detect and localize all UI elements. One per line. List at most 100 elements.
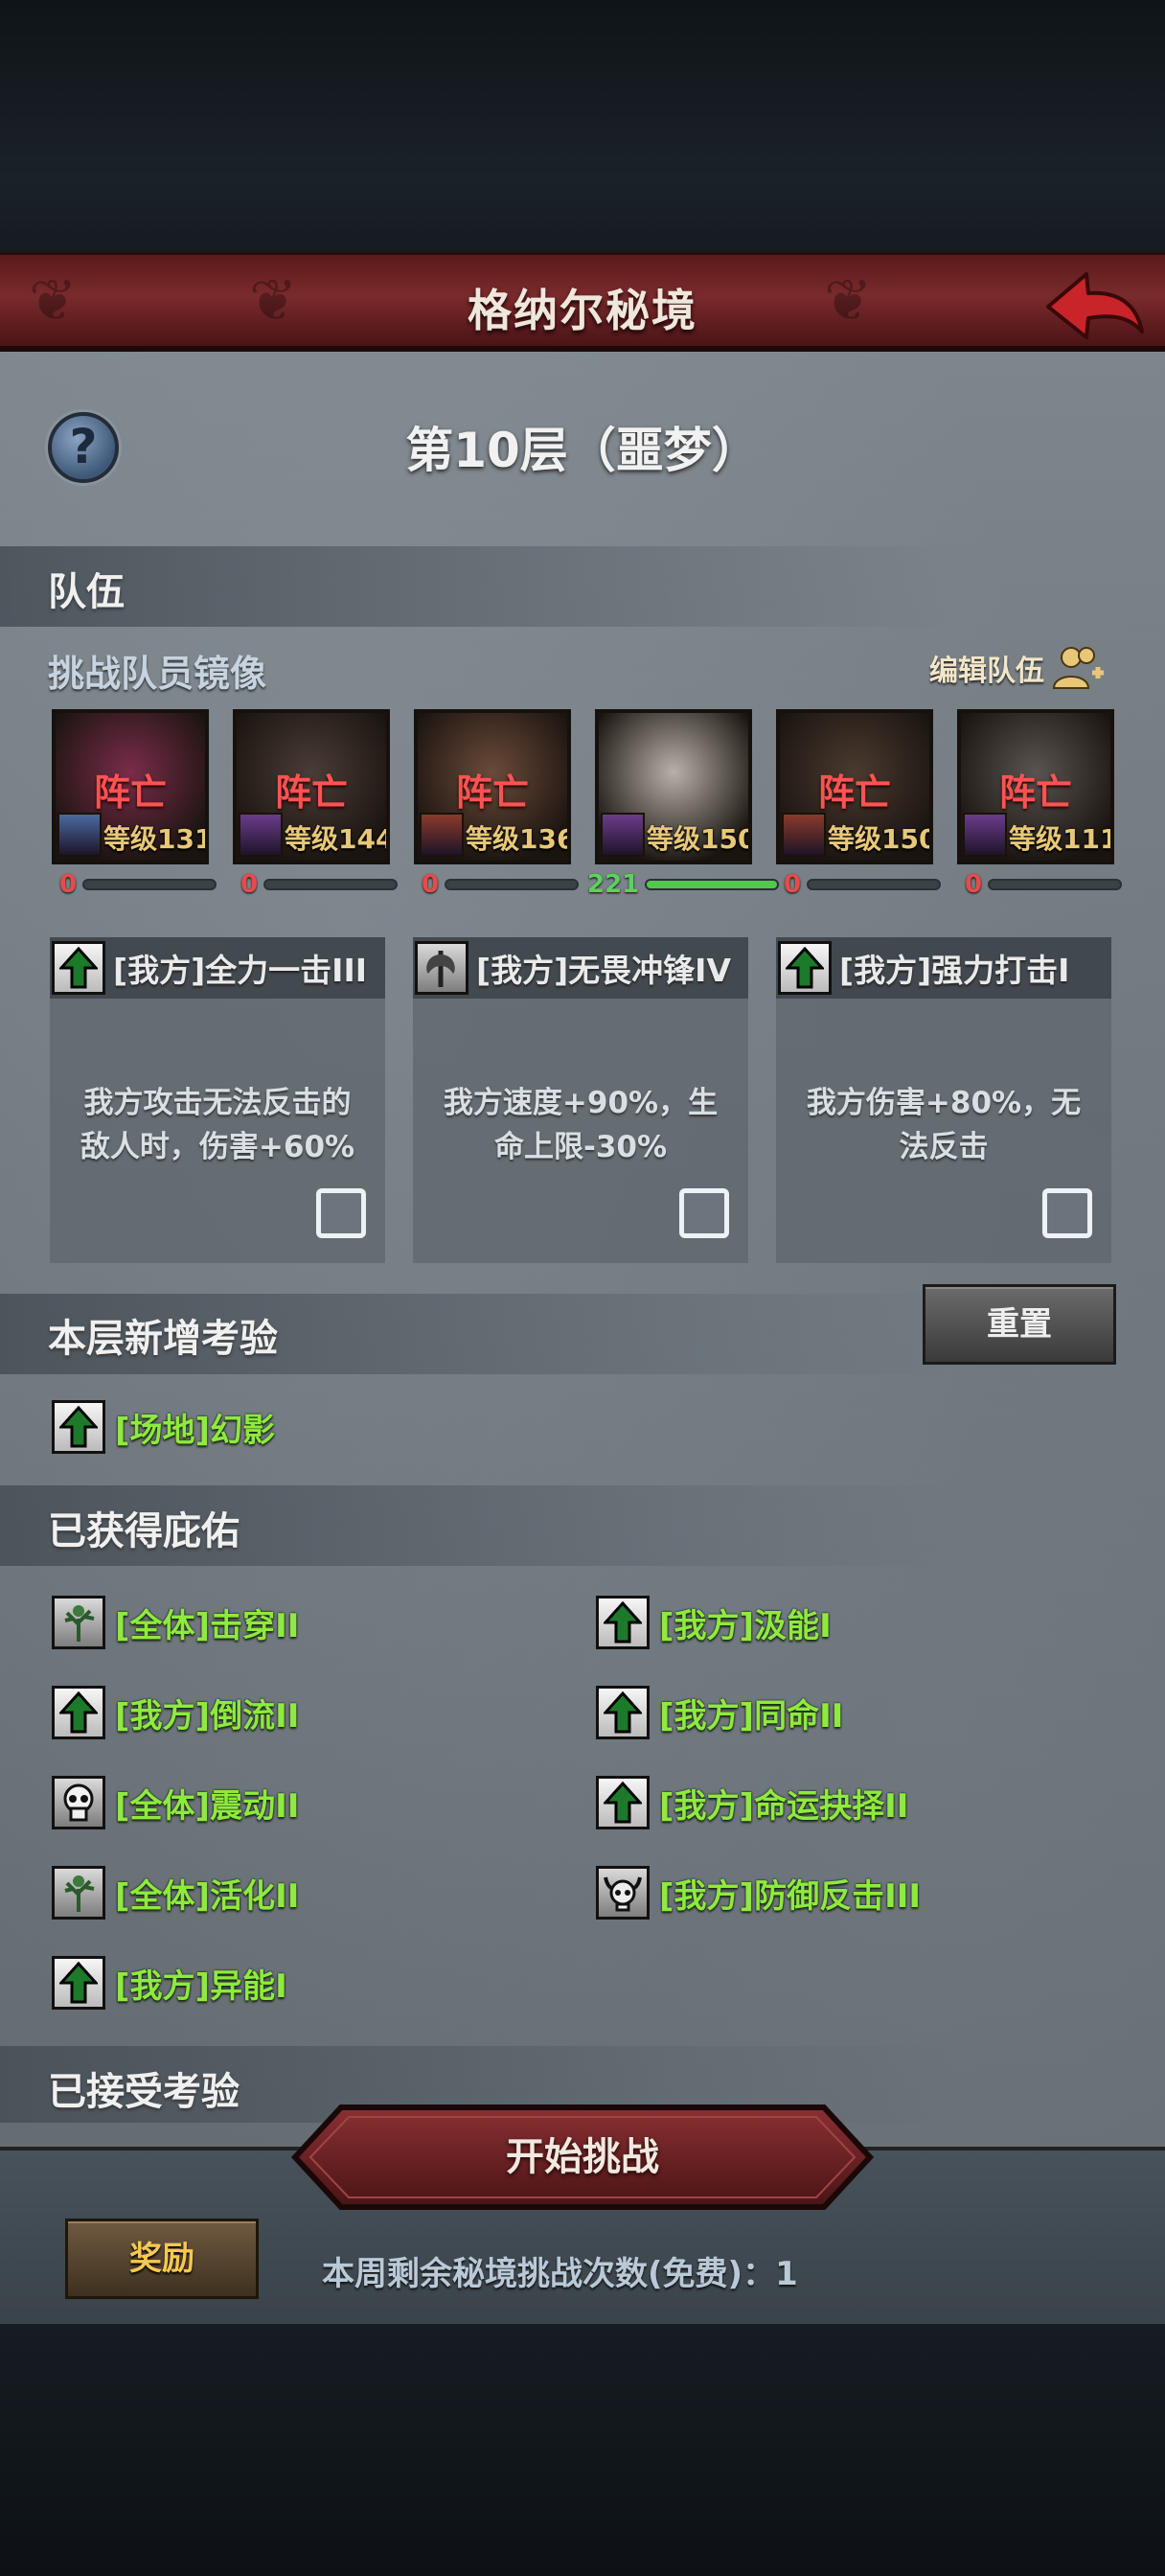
hero-status: 阵亡 [817, 771, 891, 814]
buff-name: [我方]无畏冲锋IV [476, 952, 731, 989]
hero-card[interactable]: 阵亡等级144 [233, 709, 390, 864]
edit-team-button[interactable]: 编辑队伍 [929, 644, 1106, 692]
blessing-item[interactable]: [我方]命运抉择II [596, 1775, 908, 1830]
buff-name: [我方]全力一击III [113, 952, 367, 989]
new-trial-section-title: 本层新增考验 [48, 1317, 278, 1361]
hero-hp-bar: 0 [965, 870, 1123, 899]
hero-hp-track [263, 879, 399, 890]
page-title: 格纳尔秘境 [468, 285, 697, 336]
trial-item: [场地]幻影 [52, 1399, 275, 1455]
start-challenge-button[interactable] [291, 2104, 874, 2211]
add-team-icon [1052, 647, 1104, 689]
axe-icon [415, 941, 468, 995]
hero-status: 阵亡 [455, 771, 529, 814]
hero-hp-value: 0 [422, 870, 440, 899]
hero-hp-value: 221 [587, 870, 640, 899]
blessing-item[interactable]: [我方]同命II [596, 1685, 843, 1740]
blessing-item[interactable]: [全体]击穿II [52, 1595, 299, 1650]
buff-select-checkbox[interactable] [316, 1188, 366, 1238]
up-arrow-icon [52, 941, 105, 995]
hero-hp-track [445, 879, 580, 890]
hero-level: 等级150 [647, 823, 752, 855]
team-subtitle: 挑战队员镜像 [48, 653, 267, 695]
reward-button[interactable]: 奖励 [65, 2219, 259, 2299]
blessing-item[interactable]: [全体]活化II [52, 1865, 299, 1920]
hero-class-icon [782, 813, 826, 857]
hero-status: 阵亡 [93, 771, 167, 814]
hero-hp-bar: 0 [240, 870, 399, 899]
hero-hp-track [988, 879, 1123, 890]
hero-hp-track [82, 879, 217, 890]
hero-card[interactable]: 阵亡等级136 [414, 709, 571, 864]
hero-card[interactable]: 阵亡等级150 [776, 709, 933, 864]
hero-class-icon [57, 813, 102, 857]
hero-hp-bar: 221 [587, 870, 780, 899]
hero-card[interactable]: 等级150 [595, 709, 752, 864]
up-arrow-icon [52, 1400, 105, 1454]
bottom-backdrop [0, 2324, 1165, 2576]
accepted-section-title: 已接受考验 [48, 2070, 240, 2114]
buff-select-checkbox[interactable] [679, 1188, 729, 1238]
hero-class-icon [420, 813, 464, 857]
hero-status: 阵亡 [998, 771, 1072, 814]
up-arrow-icon [596, 1686, 650, 1739]
blessing-item[interactable]: [我方]倒流II [52, 1685, 299, 1740]
hero-class-icon [601, 813, 645, 857]
buff-card[interactable]: [我方]强力打击I 我方伤害+80%，无 法反击 [776, 937, 1111, 1263]
blessing-label: [我方]同命II [659, 1696, 844, 1736]
top-backdrop [0, 0, 1165, 254]
back-arrow-icon [1046, 272, 1144, 339]
up-arrow-icon [52, 1956, 105, 2010]
team-section-band [0, 546, 958, 627]
tree-icon [52, 1596, 105, 1649]
hero-status: 阵亡 [274, 771, 348, 814]
remaining-attempts-text: 本周剩余秘境挑战次数(免费)：1 [322, 2255, 798, 2293]
edit-team-label: 编辑队伍 [929, 655, 1044, 688]
blessing-item[interactable]: [我方]异能I [52, 1955, 287, 2011]
blessing-label: [我方]命运抉择II [659, 1786, 909, 1826]
buff-card[interactable]: [我方]全力一击III 我方攻击无法反击的 敌人时，伤害+60% [50, 937, 385, 1263]
blessing-item[interactable]: [我方]汲能I [596, 1595, 832, 1650]
blessing-label: [我方]异能I [115, 1966, 287, 2006]
back-button[interactable] [1040, 264, 1148, 345]
hero-hp-value: 0 [240, 870, 259, 899]
hero-hp-value: 0 [965, 870, 983, 899]
buff-card[interactable]: [我方]无畏冲锋IV 我方速度+90%，生 命上限-30% [413, 937, 748, 1263]
buff-select-checkbox[interactable] [1042, 1188, 1092, 1238]
blessing-label: [我方]倒流II [115, 1696, 300, 1736]
blessing-label: [全体]震动II [115, 1786, 300, 1826]
buff-name: [我方]强力打击I [839, 952, 1070, 989]
buff-description: 我方伤害+80%，无 法反击 [806, 1086, 1082, 1164]
hero-level: 等级150 [828, 823, 933, 855]
hero-card[interactable]: 阵亡等级131 [52, 709, 209, 864]
blessing-label: [我方]汲能I [659, 1606, 832, 1645]
hero-level: 等级131 [103, 823, 209, 855]
hero-level: 等级111 [1009, 823, 1114, 855]
up-arrow-icon [596, 1596, 650, 1649]
hero-level: 等级136 [466, 823, 571, 855]
reset-button[interactable]: 重置 [923, 1284, 1116, 1365]
floor-title: 第10层（噩梦） [405, 423, 760, 478]
blessing-section-title: 已获得庇佑 [48, 1509, 240, 1553]
buff-description: 我方速度+90%，生 命上限-30% [443, 1086, 719, 1164]
hero-hp-track [807, 879, 942, 890]
hero-level: 等级144 [285, 823, 390, 855]
hero-hp-track [645, 879, 780, 890]
buff-header: [我方]无畏冲锋IV [413, 937, 748, 999]
team-section-title: 队伍 [48, 570, 125, 614]
blessing-item[interactable]: [我方]防御反击III [596, 1865, 921, 1920]
hero-hp-value: 0 [784, 870, 802, 899]
hero-class-icon [963, 813, 1007, 857]
blessing-label: [我方]防御反击III [659, 1876, 922, 1916]
hero-hp-bar: 0 [59, 870, 217, 899]
up-arrow-icon [778, 941, 832, 995]
title-bar: ❦ ❦ ❦ 格纳尔秘境 [0, 252, 1165, 352]
blessing-label: [全体]击穿II [115, 1606, 300, 1645]
up-arrow-icon [52, 1686, 105, 1739]
blessing-item[interactable]: [全体]震动II [52, 1775, 299, 1830]
hero-class-icon [239, 813, 283, 857]
hero-hp-fill [647, 881, 778, 888]
hero-card[interactable]: 阵亡等级111 [957, 709, 1114, 864]
buff-header: [我方]强力打击I [776, 937, 1111, 999]
hero-hp-bar: 0 [784, 870, 942, 899]
